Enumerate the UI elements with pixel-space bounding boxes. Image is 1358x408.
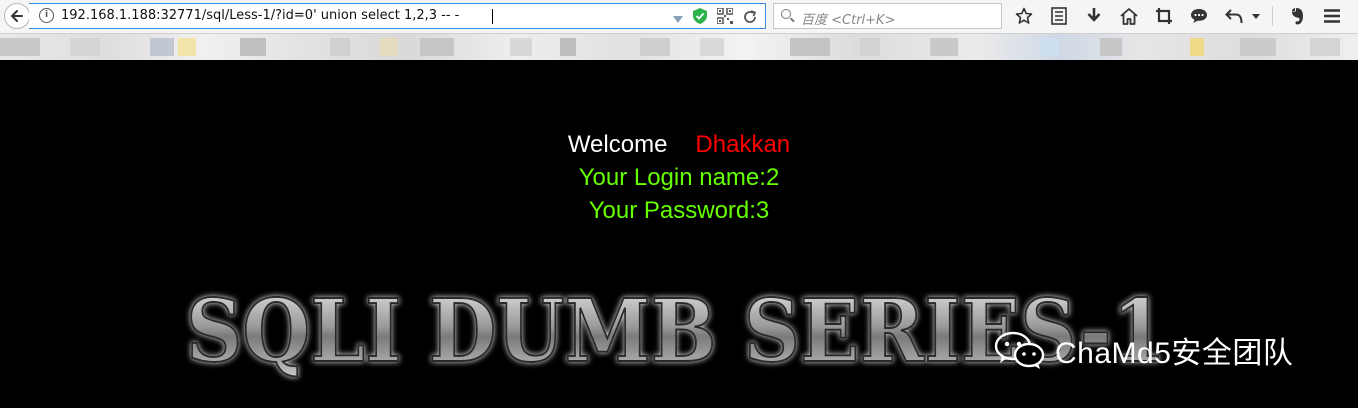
search-box[interactable]: 百度 <Ctrl+K>	[773, 3, 1002, 29]
undo-icon[interactable]	[1222, 4, 1246, 28]
welcome-label: Welcome	[567, 131, 668, 158]
dropdown-arrow-icon[interactable]	[673, 9, 683, 28]
url-text[interactable]: 192.168.1.188:32771/sql/Less-1/?id=0' un…	[61, 8, 459, 23]
chat-icon[interactable]	[1187, 4, 1211, 28]
wechat-icon	[994, 331, 1045, 369]
watermark-text: ChaMd5安全团队	[1055, 337, 1294, 370]
reading-list-icon[interactable]	[1047, 4, 1071, 28]
url-bar-icons	[673, 7, 757, 28]
dropdown-icon[interactable]	[1250, 4, 1262, 28]
download-icon[interactable]	[1082, 4, 1106, 28]
back-arrow-icon	[11, 10, 23, 22]
star-icon[interactable]	[1012, 4, 1036, 28]
evernote-icon[interactable]	[1285, 4, 1309, 28]
text-caret	[492, 9, 493, 24]
url-bar[interactable]: i 192.168.1.188:32771/sql/Less-1/?id=0' …	[29, 3, 766, 29]
bookmarks-bar	[0, 34, 1358, 60]
search-icon	[781, 9, 791, 19]
screenshot-icon[interactable]	[1152, 4, 1176, 28]
home-icon[interactable]	[1117, 4, 1141, 28]
login-name-text: Your Login name:2	[578, 164, 780, 191]
back-button[interactable]	[4, 3, 30, 29]
user-name: Dhakkan	[695, 131, 791, 158]
site-info-icon[interactable]: i	[39, 8, 54, 23]
search-placeholder: 百度 <Ctrl+K>	[801, 13, 896, 28]
shield-check-icon[interactable]	[693, 8, 707, 28]
watermark: ChaMd5安全团队	[993, 328, 1293, 372]
welcome-line: Welcome Dhakkan	[0, 131, 1358, 159]
browser-toolbar: i 192.168.1.188:32771/sql/Less-1/?id=0' …	[0, 0, 1358, 34]
toolbar-separator	[1272, 6, 1273, 26]
menu-icon[interactable]	[1320, 4, 1344, 28]
password-text: Your Password:3	[588, 197, 770, 224]
toolbar-icons	[1012, 4, 1355, 28]
qr-code-icon[interactable]	[716, 7, 734, 28]
reload-icon[interactable]	[743, 9, 757, 28]
